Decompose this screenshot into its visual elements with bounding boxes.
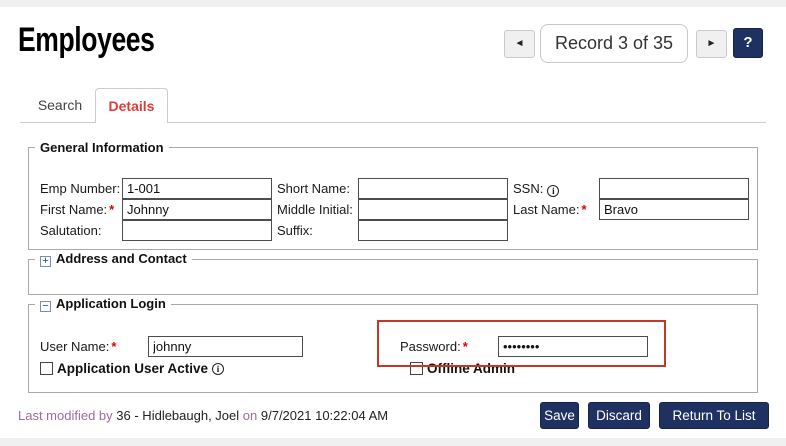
offline-admin-group: Offline Admin bbox=[410, 361, 515, 376]
short-name-label: Short Name: bbox=[277, 178, 358, 196]
short-name-field[interactable] bbox=[358, 178, 508, 199]
application-user-active-info-icon[interactable]: i bbox=[212, 363, 224, 375]
tab-details[interactable]: Details bbox=[95, 88, 168, 123]
modified-user: 36 - Hidlebaugh, Joel bbox=[116, 408, 239, 423]
ssn-info-icon[interactable]: i bbox=[547, 185, 559, 197]
tab-search[interactable]: Search bbox=[25, 88, 95, 122]
offline-admin-checkbox[interactable] bbox=[410, 362, 423, 375]
next-record-button[interactable]: ► bbox=[696, 30, 727, 58]
last-name-label: Last Name:* bbox=[513, 199, 599, 217]
user-name-label: User Name:* bbox=[40, 336, 148, 354]
modified-timestamp: 9/7/2021 10:22:04 AM bbox=[261, 408, 388, 423]
ssn-label: SSN:i bbox=[513, 178, 599, 197]
required-marker: * bbox=[111, 339, 116, 354]
first-name-field[interactable] bbox=[122, 199, 272, 220]
save-button[interactable]: Save bbox=[540, 402, 579, 429]
application-login-legend: −Application Login bbox=[35, 296, 171, 312]
salutation-label: Salutation: bbox=[40, 220, 122, 238]
last-name-field[interactable] bbox=[599, 199, 749, 220]
user-name-field[interactable] bbox=[148, 336, 303, 357]
help-button[interactable]: ? bbox=[733, 28, 763, 58]
emp-number-label: Emp Number:* bbox=[40, 178, 122, 196]
application-login-section: −Application Login User Name:* Password:… bbox=[28, 296, 758, 393]
required-marker: * bbox=[581, 202, 586, 217]
application-login-grid: User Name:* Password:* bbox=[29, 312, 757, 357]
suffix-label: Suffix: bbox=[277, 220, 358, 238]
record-counter: Record 3 of 35 bbox=[540, 24, 688, 63]
previous-arrow-icon: ◄ bbox=[515, 38, 525, 49]
required-marker: * bbox=[463, 339, 468, 354]
general-information-grid: Emp Number:* Short Name: SSN:i First Nam… bbox=[29, 155, 757, 241]
login-checkbox-row: Application User Active i Offline Admin bbox=[40, 361, 757, 376]
expand-icon[interactable]: + bbox=[40, 256, 51, 267]
modified-prefix: Last modified by bbox=[18, 408, 113, 423]
ssn-field[interactable] bbox=[599, 178, 749, 199]
discard-button[interactable]: Discard bbox=[588, 402, 650, 429]
general-information-legend: General Information bbox=[35, 140, 169, 155]
page-title: Employees bbox=[18, 21, 155, 60]
last-modified-line: Last modified by 36 - Hidlebaugh, Joel o… bbox=[18, 408, 388, 423]
first-name-label: First Name:* bbox=[40, 199, 122, 217]
emp-number-field[interactable] bbox=[122, 178, 272, 199]
address-and-contact-legend: +Address and Contact bbox=[35, 251, 192, 267]
offline-admin-label: Offline Admin bbox=[427, 361, 515, 376]
return-to-list-button[interactable]: Return To List bbox=[659, 402, 769, 429]
next-arrow-icon: ► bbox=[707, 38, 717, 49]
employees-page: Employees ◄ Record 3 of 35 ► ? Search De… bbox=[0, 7, 786, 438]
application-user-active-checkbox[interactable] bbox=[40, 362, 53, 375]
middle-initial-label: Middle Initial: bbox=[277, 199, 358, 217]
suffix-field[interactable] bbox=[358, 220, 508, 241]
salutation-field[interactable] bbox=[122, 220, 272, 241]
modified-on: on bbox=[243, 408, 257, 423]
general-information-section: General Information Emp Number:* Short N… bbox=[28, 140, 758, 250]
footer-buttons: Save Discard Return To List bbox=[540, 402, 769, 429]
previous-record-button[interactable]: ◄ bbox=[504, 30, 535, 58]
password-field[interactable] bbox=[498, 336, 648, 357]
application-user-active-label: Application User Active bbox=[57, 361, 208, 376]
middle-initial-field[interactable] bbox=[358, 199, 508, 220]
address-and-contact-section: +Address and Contact bbox=[28, 251, 758, 295]
required-marker: * bbox=[109, 202, 114, 217]
password-label: Password:* bbox=[400, 336, 498, 354]
collapse-icon[interactable]: − bbox=[40, 301, 51, 312]
